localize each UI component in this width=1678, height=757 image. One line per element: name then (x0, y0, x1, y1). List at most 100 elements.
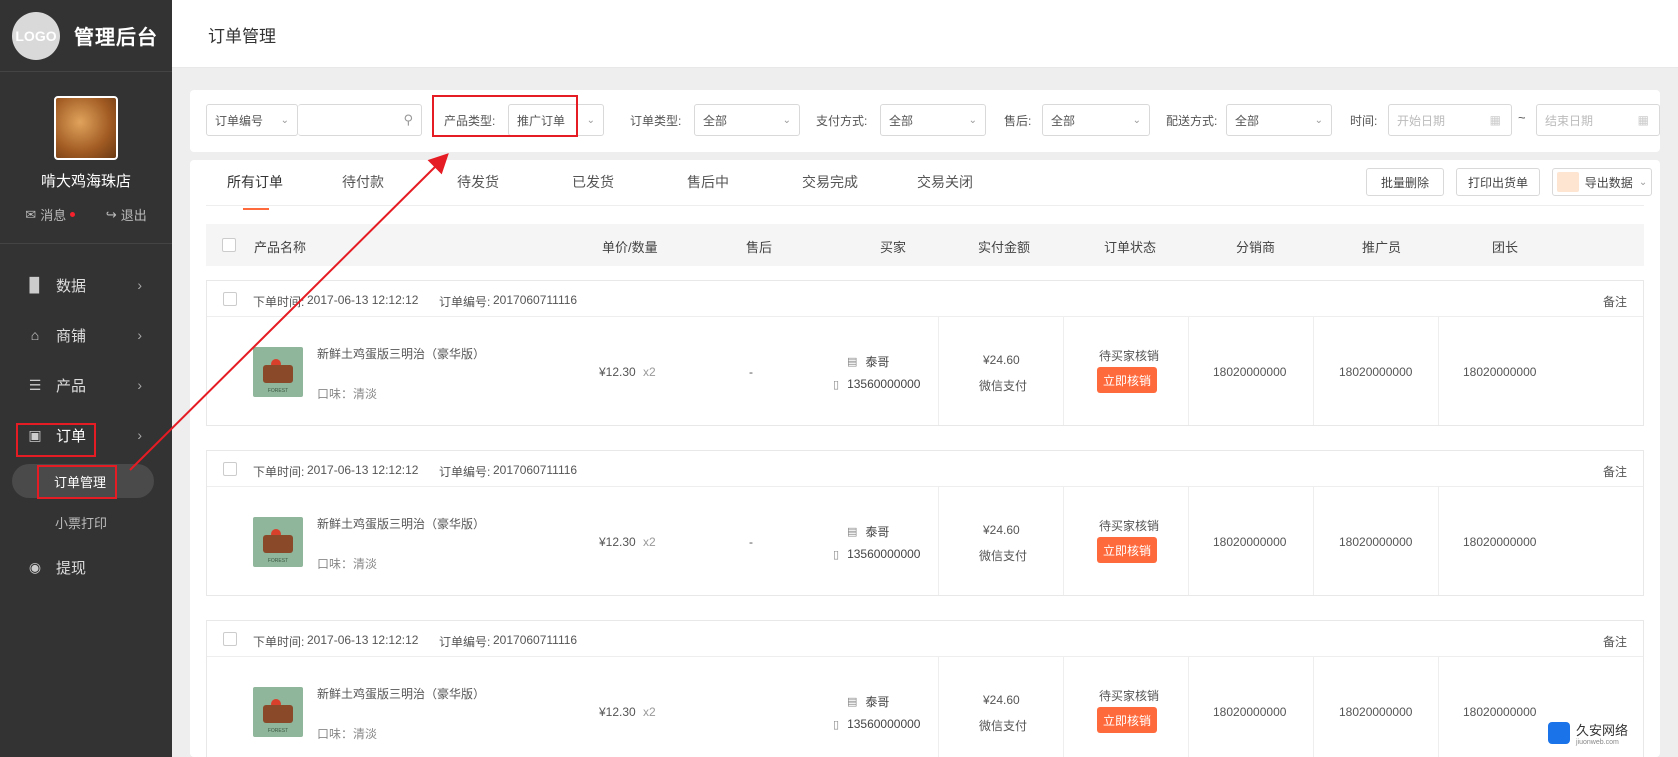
order-checkbox[interactable] (223, 632, 237, 646)
sidebar-item-data[interactable]: ▉ 数据 › (0, 260, 172, 310)
write-off-button[interactable]: 立即核销 (1097, 707, 1157, 733)
col-buyer: 买家 (880, 240, 907, 255)
tab-completed[interactable]: 交易完成 (781, 172, 896, 206)
page-title: 订单管理 (208, 27, 276, 46)
sidebar-item-shop[interactable]: ⌂ 商铺 › (0, 310, 172, 360)
remark-link[interactable]: 备注 (1603, 633, 1627, 650)
col-after-sale: 售后 (746, 240, 773, 255)
write-off-button[interactable]: 立即核销 (1097, 537, 1157, 563)
column-divider (1188, 317, 1189, 425)
order-no-label: 订单编号: (439, 635, 491, 649)
product-image: FOREST (253, 517, 303, 567)
product-name[interactable]: 新鲜土鸡蛋版三明治（豪华版） (317, 515, 485, 532)
sidebar-subitem-receipt-print[interactable]: 小票打印 (0, 502, 172, 542)
batch-delete-button[interactable]: 批量删除 (1366, 168, 1444, 196)
export-label: 导出数据 (1584, 175, 1633, 190)
paid-amount: ¥24.60 (983, 693, 1020, 707)
date-range-separator: ~ (1518, 110, 1526, 125)
product-name[interactable]: 新鲜土鸡蛋版三明治（豪华版） (317, 685, 485, 702)
messages-link[interactable]: ✉ 消息 (25, 205, 76, 224)
export-button[interactable]: 导出数据 ⌄ (1552, 168, 1652, 196)
sidebar-item-label: 产品 (56, 377, 87, 395)
order-checkbox[interactable] (223, 462, 237, 476)
order-type-value: 全部 (703, 113, 728, 128)
order-type-select[interactable]: 全部 ⌄ (694, 104, 800, 136)
order-no: 2017060711116 (493, 633, 578, 647)
tab-pending-shipment[interactable]: 待发货 (436, 172, 551, 206)
after-sale-select[interactable]: 全部 ⌄ (1042, 104, 1150, 136)
layers-icon: ☰ (28, 376, 42, 393)
sidebar: LOGO 管理后台 啃大鸡海珠店 ✉ 消息 ↪ 退出 ▉ 数据 › ⌂ 商铺 › (0, 0, 172, 757)
product-flavor: 口味：清淡 (317, 387, 378, 401)
order-type-label: 订单类型: (630, 114, 682, 128)
pay-method: 微信支付 (979, 719, 1028, 733)
id-card-icon: ▤ (847, 696, 858, 708)
write-off-button[interactable]: 立即核销 (1097, 367, 1157, 393)
delivery-select[interactable]: 全部 ⌄ (1226, 104, 1332, 136)
leader: 18020000000 (1463, 365, 1537, 379)
tab-after-sale[interactable]: 售后中 (666, 172, 781, 206)
order-card: 下单时间: 2017-06-13 12:12:12 订单编号: 20170607… (206, 620, 1644, 757)
column-divider (1188, 657, 1189, 757)
order-row: FOREST 新鲜土鸡蛋版三明治（豪华版） 口味：清淡 ¥12.30 x2 - … (207, 487, 1643, 595)
chevron-down-icon: ⌄ (1132, 114, 1141, 126)
profile-actions: ✉ 消息 ↪ 退出 (0, 205, 172, 224)
watermark: 久安网络 jiuonweb.com (1548, 718, 1658, 748)
quantity: x2 (643, 705, 656, 719)
messages-label: 消息 (40, 208, 67, 223)
sidebar-item-withdraw[interactable]: ◉ 提现 (0, 542, 172, 592)
calendar-icon: ▦ (1489, 113, 1501, 127)
order-no-select[interactable]: 订单编号 ⌄ (206, 104, 298, 136)
order-no-search-input[interactable]: ⚲ (298, 104, 422, 136)
pay-method-select[interactable]: 全部 ⌄ (880, 104, 986, 136)
tab-shipped[interactable]: 已发货 (551, 172, 666, 206)
chevron-down-icon: ⌄ (280, 114, 289, 126)
buyer-name: 泰哥 (865, 355, 890, 369)
message-icon: ✉ (25, 206, 37, 222)
cake-graphic (263, 365, 293, 383)
order-checkbox[interactable] (223, 292, 237, 306)
app-title: 管理后台 (74, 27, 158, 49)
order-status: 待买家核销 (1099, 689, 1160, 703)
end-date-input[interactable]: 结束日期 ▦ (1536, 104, 1660, 136)
watermark-logo (1548, 722, 1570, 744)
sidebar-item-label: 商铺 (56, 327, 87, 345)
cake-graphic (263, 535, 293, 553)
after-sale-value: - (749, 365, 753, 379)
chevron-down-icon: ⌄ (782, 114, 791, 126)
image-brand-text: FOREST (267, 558, 289, 564)
after-sale-value: - (749, 535, 753, 549)
tab-closed[interactable]: 交易关闭 (896, 172, 1011, 206)
logout-link[interactable]: ↪ 退出 (106, 205, 147, 224)
tab-all-orders[interactable]: 所有订单 (206, 172, 321, 210)
product-name[interactable]: 新鲜土鸡蛋版三明治（豪华版） (317, 345, 485, 362)
watermark-text: 久安网络 jiuonweb.com (1576, 720, 1628, 746)
order-card: 下单时间: 2017-06-13 12:12:12 订单编号: 20170607… (206, 450, 1644, 596)
product-image: FOREST (253, 687, 303, 737)
remark-link[interactable]: 备注 (1603, 463, 1627, 480)
buyer-name-row: ▤ 泰哥 (847, 523, 889, 540)
image-brand-text: FOREST (267, 388, 289, 394)
remark-link[interactable]: 备注 (1603, 293, 1627, 310)
paid-amount: ¥24.60 (983, 353, 1020, 367)
sidebar-item-product[interactable]: ☰ 产品 › (0, 360, 172, 410)
print-shipping-button[interactable]: 打印出货单 (1456, 168, 1540, 196)
annotation-box-order-nav (16, 423, 96, 457)
delivery-label: 配送方式: (1166, 114, 1218, 128)
pay-method-value: 全部 (889, 113, 914, 128)
avatar[interactable] (54, 96, 118, 160)
column-divider (1188, 487, 1189, 595)
order-no-label: 订单编号: (439, 465, 491, 479)
start-date-input[interactable]: 开始日期 ▦ (1388, 104, 1512, 136)
end-date-placeholder: 结束日期 (1545, 113, 1594, 128)
buyer-phone-row: ▯ 13560000000 (833, 717, 920, 731)
annotation-box-order-management (37, 465, 117, 499)
unread-dot (70, 212, 76, 217)
select-all-checkbox[interactable] (222, 238, 236, 252)
column-divider (1063, 657, 1064, 757)
tab-pending-payment[interactable]: 待付款 (321, 172, 436, 206)
order-card: 下单时间: 2017-06-13 12:12:12 订单编号: 20170607… (206, 280, 1644, 426)
product-image: FOREST (253, 347, 303, 397)
col-amount: 实付金额 (978, 240, 1031, 255)
logout-label: 退出 (120, 208, 147, 223)
